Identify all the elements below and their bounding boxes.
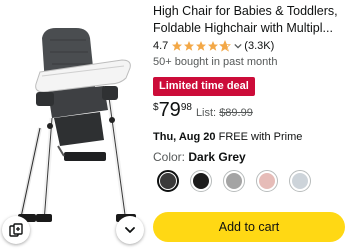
price-whole: 79 bbox=[158, 99, 181, 121]
color-value: Dark Grey bbox=[188, 150, 246, 164]
color-swatch-fill bbox=[160, 173, 176, 189]
product-details: High Chair for Babies & Toddlers, Foldab… bbox=[153, 0, 357, 249]
color-swatch-fill bbox=[259, 173, 275, 189]
delivery-text: FREE with Prime bbox=[218, 131, 303, 143]
star-half-icon bbox=[219, 40, 232, 52]
color-swatch[interactable] bbox=[190, 170, 212, 192]
star-icon bbox=[208, 41, 219, 51]
color-swatch[interactable] bbox=[157, 170, 179, 192]
product-image-panel[interactable] bbox=[0, 0, 148, 249]
color-selection: Color: Dark Grey bbox=[153, 150, 246, 164]
price: $ 79 98 List: $89.99 bbox=[153, 99, 253, 121]
rating-value: 4.7 bbox=[153, 40, 169, 52]
compare-icon bbox=[9, 223, 23, 237]
color-swatch[interactable] bbox=[256, 170, 278, 192]
price-fraction: 98 bbox=[180, 102, 192, 113]
review-count[interactable]: (3.3K) bbox=[244, 40, 274, 52]
star-rating bbox=[171, 40, 232, 52]
product-title-line-2[interactable]: Foldable Highchair with Multipl... bbox=[153, 20, 353, 37]
color-swatch-fill bbox=[226, 173, 242, 189]
delivery-info: Thu, Aug 20 FREE with Prime bbox=[153, 131, 302, 143]
color-swatch-fill bbox=[292, 173, 308, 189]
chevron-down-icon bbox=[125, 227, 135, 233]
color-swatch[interactable] bbox=[289, 170, 311, 192]
list-price-value: $89.99 bbox=[219, 107, 253, 119]
rating-row[interactable]: 4.7 (3.3K) bbox=[153, 40, 274, 52]
star-icon bbox=[184, 41, 195, 51]
delivery-date: Thu, Aug 20 bbox=[153, 131, 216, 143]
chevron-down-icon[interactable] bbox=[234, 42, 242, 50]
product-image[interactable] bbox=[0, 0, 148, 249]
deal-badge: Limited time deal bbox=[153, 77, 255, 96]
product-title-line-1[interactable]: High Chair for Babies & Toddlers, bbox=[153, 3, 353, 20]
star-icon bbox=[196, 41, 207, 51]
star-icon bbox=[172, 41, 183, 51]
product-title[interactable]: High Chair for Babies & Toddlers, Foldab… bbox=[153, 3, 353, 37]
color-swatch-fill bbox=[193, 173, 209, 189]
color-swatches bbox=[157, 170, 322, 192]
list-price: List: $89.99 bbox=[196, 107, 253, 119]
expand-button[interactable] bbox=[116, 216, 144, 244]
bought-in-past-month: 50+ bought in past month bbox=[153, 56, 278, 68]
list-price-label: List: bbox=[195, 107, 217, 119]
color-swatch[interactable] bbox=[223, 170, 245, 192]
add-to-cart-button[interactable]: Add to cart bbox=[153, 212, 345, 242]
color-label: Color: bbox=[153, 150, 186, 164]
compare-button[interactable] bbox=[2, 216, 30, 244]
